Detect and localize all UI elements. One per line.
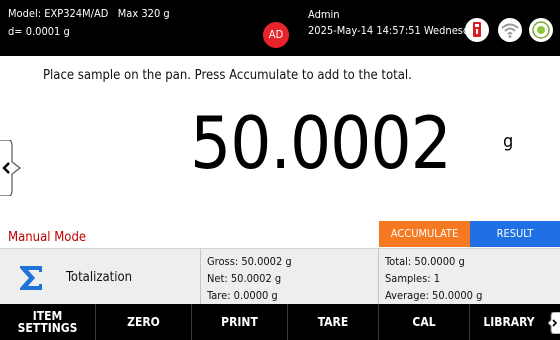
more-functions-toggle[interactable]: [547, 311, 560, 335]
print-button[interactable]: PRINT: [192, 304, 288, 340]
result-button[interactable]: RESULT: [470, 221, 560, 247]
weight-unit[interactable]: g: [503, 131, 513, 152]
mode-label: Manual Mode: [8, 230, 87, 245]
usb-icon[interactable]: [465, 18, 489, 42]
cal-button[interactable]: CAL: [379, 304, 470, 340]
app-label: Totalization: [66, 270, 133, 285]
wifi-icon[interactable]: [498, 18, 522, 42]
gross-weight: Gross: 50.0002 g: [207, 255, 292, 268]
panel-divider: [378, 249, 379, 305]
readability-info: d= 0.0001 g: [8, 25, 70, 38]
side-panel-toggle[interactable]: [0, 139, 22, 197]
net-weight: Net: 50.0002 g: [207, 272, 282, 285]
accumulate-button[interactable]: ACCUMULATE: [379, 221, 470, 247]
zero-button[interactable]: ZERO: [96, 304, 192, 340]
sigma-icon: [16, 263, 46, 293]
function-bar: ITEM SETTINGS ZERO PRINT TARE CAL LIBRAR…: [0, 304, 560, 340]
library-button[interactable]: LIBRARY: [470, 304, 548, 340]
totalization-panel: Totalization Gross: 50.0002 g Net: 50.00…: [0, 248, 560, 305]
total-weight: Total: 50.0000 g: [385, 255, 465, 268]
instruction-text: Place sample on the pan. Press Accumulat…: [43, 68, 412, 83]
level-icon[interactable]: [529, 18, 553, 42]
panel-divider: [200, 249, 201, 305]
item-settings-button[interactable]: ITEM SETTINGS: [0, 304, 96, 340]
chevron-right-icon: [547, 311, 560, 335]
tare-button[interactable]: TARE: [288, 304, 379, 340]
sample-count: Samples: 1: [385, 272, 441, 285]
status-header: Model: EXP324M/AD Max 320 g d= 0.0001 g …: [0, 0, 560, 56]
date-time: 2025-May-14 14:57:51 Wednesday: [308, 24, 482, 37]
chevron-left-icon: [0, 139, 21, 197]
user-avatar[interactable]: AD: [263, 22, 289, 48]
model-info: Model: EXP324M/AD Max 320 g: [8, 7, 170, 20]
average-weight: Average: 50.0000 g: [385, 289, 483, 302]
weight-readout: 50.0002: [190, 101, 452, 185]
tare-weight: Tare: 0.0000 g: [207, 289, 278, 302]
user-name: Admin: [308, 8, 340, 21]
